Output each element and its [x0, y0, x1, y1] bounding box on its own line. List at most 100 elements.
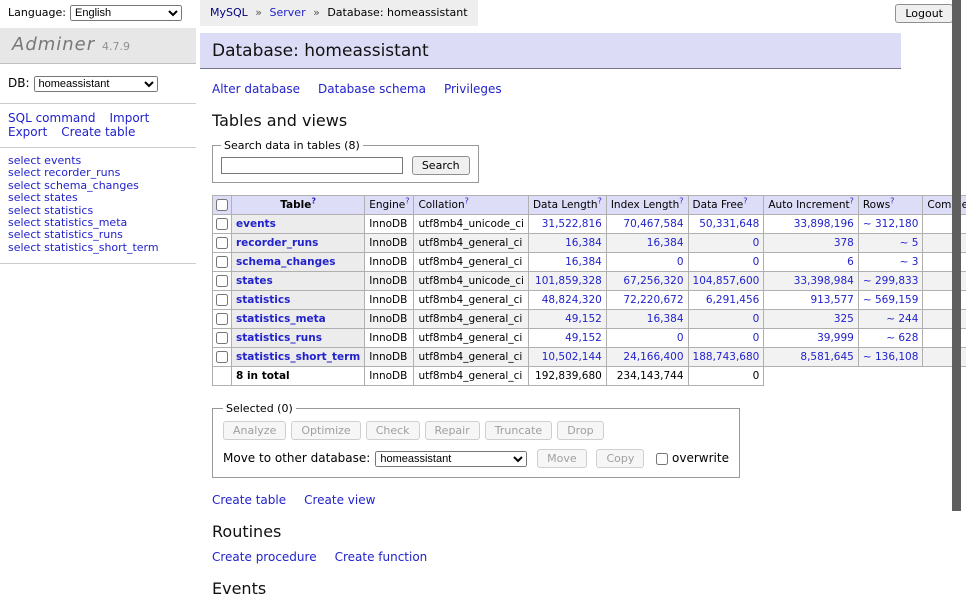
index-length-link[interactable]: 67,256,320	[623, 275, 683, 287]
table-name-link[interactable]: events	[236, 218, 276, 230]
data-length-link[interactable]: 16,384	[565, 256, 602, 268]
help-icon[interactable]: ?	[890, 197, 894, 206]
overwrite-checkbox[interactable]	[656, 453, 668, 465]
db-select[interactable]: homeassistant	[34, 76, 158, 92]
auto-increment-link[interactable]: 913,577	[810, 294, 853, 306]
data-length-link[interactable]: 101,859,328	[535, 275, 602, 287]
table-name-link[interactable]: statistics	[236, 294, 290, 306]
data-free-link[interactable]: 0	[753, 313, 760, 325]
row-checkbox[interactable]	[216, 351, 228, 363]
link-create-table[interactable]: Create table	[61, 125, 135, 139]
table-name-link[interactable]: statistics_runs	[236, 332, 322, 344]
auto-increment-cell: 378	[764, 234, 859, 253]
link-privileges[interactable]: Privileges	[444, 82, 502, 96]
data-free-link[interactable]: 0	[753, 237, 760, 249]
link-create-procedure[interactable]: Create procedure	[212, 550, 317, 564]
index-length-link[interactable]: 16,384	[647, 237, 684, 249]
auto-increment-link[interactable]: 33,898,196	[794, 218, 854, 230]
rows-link[interactable]: ~ 3	[900, 256, 919, 268]
help-icon[interactable]: ?	[405, 197, 409, 206]
index-length-link[interactable]: 0	[677, 332, 684, 344]
repair-button[interactable]: Repair	[425, 421, 480, 440]
move-button[interactable]: Move	[537, 449, 587, 468]
help-icon[interactable]: ?	[743, 197, 747, 206]
link-import[interactable]: Import	[109, 111, 149, 125]
row-checkbox[interactable]	[216, 237, 228, 249]
data-length-link[interactable]: 31,522,816	[542, 218, 602, 230]
auto-increment-link[interactable]: 33,398,984	[794, 275, 854, 287]
data-free-link[interactable]: 0	[753, 332, 760, 344]
vertical-scrollbar[interactable]	[952, 0, 961, 511]
analyze-button[interactable]: Analyze	[223, 421, 286, 440]
data-free-link[interactable]: 6,291,456	[706, 294, 759, 306]
data-free-link[interactable]: 50,331,648	[699, 218, 759, 230]
link-select-recorder-runs[interactable]: select recorder_runs	[8, 167, 188, 179]
row-checkbox[interactable]	[216, 294, 228, 306]
breadcrumb-server-link[interactable]: Server	[270, 6, 306, 19]
copy-button[interactable]: Copy	[596, 449, 644, 468]
data-free-link[interactable]: 104,857,600	[693, 275, 760, 287]
data-length-link[interactable]: 49,152	[565, 332, 602, 344]
row-checkbox[interactable]	[216, 256, 228, 268]
data-free-link[interactable]: 188,743,680	[693, 351, 760, 363]
rows-link[interactable]: ~ 5	[900, 237, 919, 249]
row-checkbox[interactable]	[216, 313, 228, 325]
rows-link[interactable]: ~ 244	[886, 313, 918, 325]
help-icon[interactable]: ?	[598, 197, 602, 206]
auto-increment-link[interactable]: 325	[834, 313, 854, 325]
language-select[interactable]: English	[70, 5, 182, 21]
link-create-view[interactable]: Create view	[304, 493, 375, 507]
rows-link[interactable]: ~ 312,180	[863, 218, 919, 230]
breadcrumb-mysql-link[interactable]: MySQL	[210, 6, 248, 19]
table-name-link[interactable]: statistics_short_term	[236, 351, 360, 363]
help-icon[interactable]: ?	[850, 197, 854, 206]
link-sql-command[interactable]: SQL command	[8, 111, 95, 125]
help-icon[interactable]: ?	[679, 197, 683, 206]
data-length-link[interactable]: 48,824,320	[542, 294, 602, 306]
rows-link[interactable]: ~ 569,159	[863, 294, 919, 306]
auto-increment-link[interactable]: 8,581,645	[800, 351, 853, 363]
data-free-link[interactable]: 0	[753, 256, 760, 268]
data-length-link[interactable]: 10,502,144	[542, 351, 602, 363]
index-length-link[interactable]: 24,166,400	[623, 351, 683, 363]
auto-increment-link[interactable]: 378	[834, 237, 854, 249]
select-all-checkbox[interactable]	[216, 199, 228, 211]
help-icon[interactable]: ?	[465, 197, 469, 206]
link-create-function[interactable]: Create function	[335, 550, 428, 564]
index-length-link[interactable]: 72,220,672	[623, 294, 683, 306]
truncate-button[interactable]: Truncate	[485, 421, 552, 440]
row-checkbox[interactable]	[216, 275, 228, 287]
link-export[interactable]: Export	[8, 125, 47, 139]
row-checkbox[interactable]	[216, 218, 228, 230]
auto-increment-link[interactable]: 6	[847, 256, 854, 268]
check-button[interactable]: Check	[366, 421, 420, 440]
link-select-statistics-runs[interactable]: select statistics_runs	[8, 229, 188, 241]
drop-button[interactable]: Drop	[557, 421, 603, 440]
table-name-link[interactable]: schema_changes	[236, 256, 336, 268]
rows-link[interactable]: ~ 299,833	[863, 275, 919, 287]
data-length-link[interactable]: 16,384	[565, 237, 602, 249]
move-db-select[interactable]: homeassistant	[375, 451, 527, 467]
page-title: Database: homeassistant	[200, 33, 901, 69]
link-create-table[interactable]: Create table	[212, 493, 286, 507]
link-select-statistics-short-term[interactable]: select statistics_short_term	[8, 242, 188, 254]
index-length-link[interactable]: 0	[677, 256, 684, 268]
index-length-link[interactable]: 70,467,584	[623, 218, 683, 230]
table-name-link[interactable]: states	[236, 275, 273, 287]
optimize-button[interactable]: Optimize	[291, 421, 360, 440]
link-database-schema[interactable]: Database schema	[318, 82, 426, 96]
help-icon[interactable]: ?	[311, 197, 316, 206]
logout-button[interactable]: Logout	[895, 4, 953, 23]
table-name-link[interactable]: recorder_runs	[236, 237, 318, 249]
search-input[interactable]	[221, 157, 403, 174]
search-button[interactable]: Search	[412, 156, 470, 175]
table-name-link[interactable]: statistics_meta	[236, 313, 326, 325]
rows-link[interactable]: ~ 136,108	[863, 351, 919, 363]
link-alter-database[interactable]: Alter database	[212, 82, 300, 96]
link-select-states[interactable]: select states	[8, 192, 188, 204]
index-length-link[interactable]: 16,384	[647, 313, 684, 325]
auto-increment-link[interactable]: 39,999	[817, 332, 854, 344]
data-length-link[interactable]: 49,152	[565, 313, 602, 325]
rows-link[interactable]: ~ 628	[886, 332, 918, 344]
row-checkbox[interactable]	[216, 332, 228, 344]
